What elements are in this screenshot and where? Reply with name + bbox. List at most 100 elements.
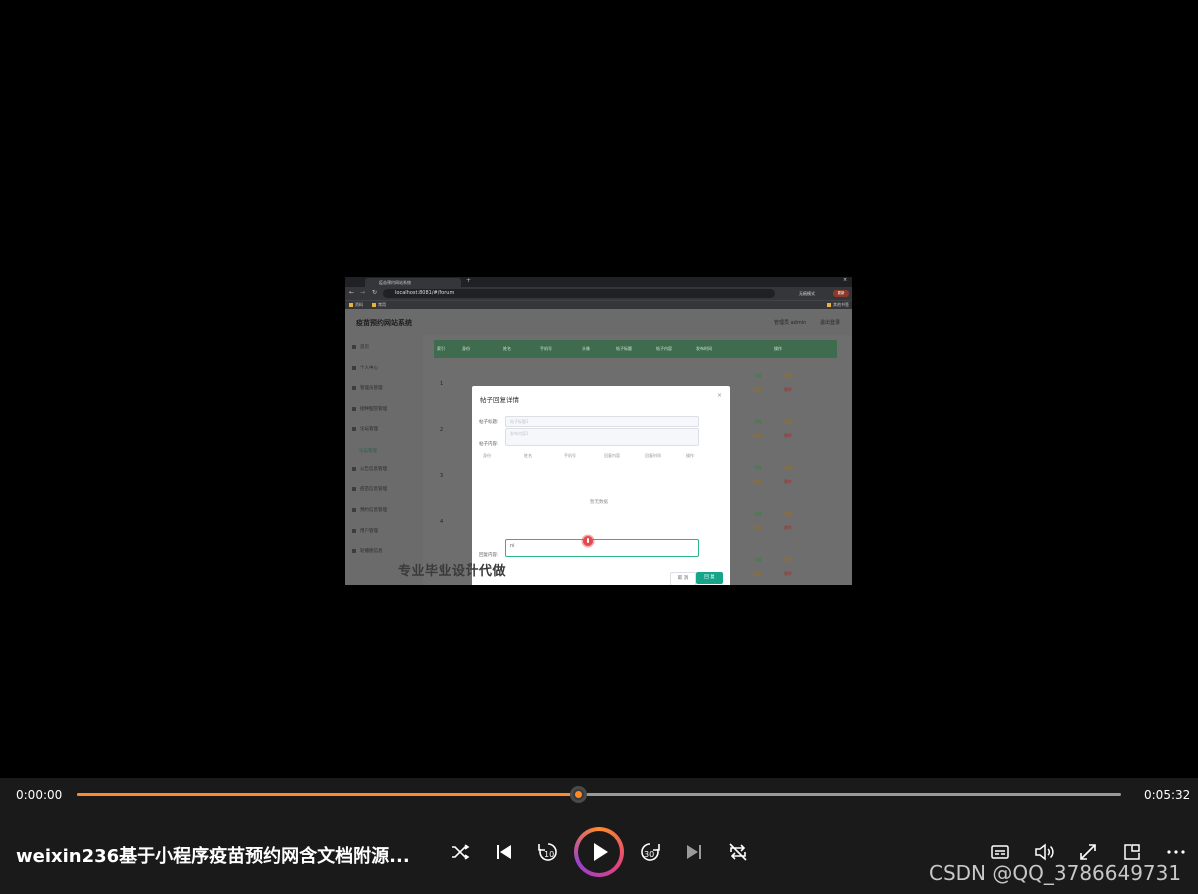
- reply-detail-dialog: 帖子回复详情 × 帖子标题: 帖子标题1 发布内容1 帖子内容: 身份 姓名 手…: [472, 386, 730, 585]
- delete-action: 删除: [784, 525, 792, 530]
- bookmark-item: 常用: [372, 301, 386, 309]
- next-button[interactable]: [682, 840, 706, 864]
- column-header: 身份: [483, 453, 491, 458]
- seek-thumb[interactable]: [570, 786, 588, 803]
- video-frame: 疫苗预约网站系统 + × ← → ↻ localhost:8081/#/foru…: [345, 277, 852, 585]
- column-header: 操作: [774, 346, 782, 351]
- row-index: 4: [440, 519, 444, 525]
- home-icon: [352, 344, 356, 349]
- appointment-icon: [352, 507, 356, 512]
- edit-action: 修改: [754, 479, 762, 484]
- web-page: 疫苗预约网站系统 管理员 admin 退出登录 首页 个人中心 管理员管理 接种…: [345, 309, 852, 585]
- table-header: 索引 身份 姓名 手机号 头像 帖子标题 帖子内容 发布时间 操作: [434, 340, 837, 358]
- field-label: 帖子标题:: [479, 420, 499, 425]
- csdn-watermark: CSDN @QQ_3786649731: [929, 861, 1182, 885]
- column-header: 发布时间: [696, 346, 712, 351]
- column-header: 回复内容: [604, 453, 620, 458]
- column-header: 头像: [582, 346, 590, 351]
- edit-action: 修改: [754, 387, 762, 392]
- sidebar-item: 接种医院管理: [352, 405, 387, 425]
- browser-tab-bar: 疫苗预约网站系统 + ×: [345, 277, 852, 287]
- forward-button[interactable]: 30: [638, 840, 662, 864]
- shuffle-icon: [452, 844, 470, 860]
- seek-bar-progress: [77, 793, 579, 796]
- column-header: 回复时间: [645, 453, 661, 458]
- bookmark-item: 其他书签: [827, 301, 849, 309]
- sidebar-item: 疫苗信息管理: [352, 485, 387, 505]
- column-header: 索引: [437, 346, 445, 351]
- bookmark-item: 资料: [349, 301, 363, 309]
- detail-action: 详情: [754, 419, 762, 424]
- forward-30-icon: 30: [641, 843, 660, 861]
- player-controls: 0:00:00 0:05:32 weixin236基于小程序疫苗预约网含文档附源…: [0, 778, 1198, 894]
- cancel-button: 取 消: [670, 572, 696, 585]
- notice-icon: [352, 466, 356, 471]
- edit-action: 修改: [754, 571, 762, 576]
- rewind-label: 10: [544, 850, 554, 859]
- column-header: 身份: [462, 346, 470, 351]
- reply-action: 回复: [784, 511, 792, 516]
- column-header: 姓名: [503, 346, 511, 351]
- delete-action: 删除: [784, 479, 792, 484]
- reply-action: 回复: [784, 557, 792, 562]
- reply-action: 回复: [784, 373, 792, 378]
- play-button-inner: [578, 831, 620, 873]
- carousel-icon: [352, 548, 356, 553]
- close-icon: ×: [717, 392, 723, 399]
- reply-button: 回 复: [696, 572, 723, 584]
- update-badge: 更新: [833, 290, 849, 297]
- sidebar-item: 个人中心: [352, 364, 378, 384]
- edit-action: 修改: [754, 433, 762, 438]
- play-icon: [594, 843, 608, 861]
- app-title: 疫苗预约网站系统: [356, 319, 412, 327]
- hospital-icon: [352, 406, 356, 411]
- shuffle-button[interactable]: [448, 840, 472, 864]
- column-header: 帖子内容: [656, 346, 672, 351]
- edit-action: 修改: [754, 525, 762, 530]
- sidebar-item: 公告信息管理: [352, 465, 387, 485]
- window-close-icon: ×: [843, 277, 848, 283]
- column-header: 操作: [686, 453, 694, 458]
- user-icon: [352, 365, 356, 370]
- reply-action: 回复: [784, 465, 792, 470]
- sidebar-item: 用户管理: [352, 527, 378, 547]
- column-header: 手机号: [564, 453, 576, 458]
- sidebar-item: 预约信息管理: [352, 506, 387, 526]
- users-icon: [352, 528, 356, 533]
- sidebar-item: 论坛管理: [352, 425, 378, 445]
- current-time: 0:00:00: [16, 788, 63, 802]
- browser-address-bar: ← → ↻ localhost:8081/#/forum 无痕模式 更新: [345, 287, 852, 300]
- delete-action: 删除: [784, 387, 792, 392]
- reply-action: 回复: [784, 419, 792, 424]
- rewind-10-icon: 10: [538, 843, 557, 861]
- play-button[interactable]: [574, 827, 624, 877]
- overlay-watermark: 专业毕业设计代做: [398, 564, 507, 579]
- repeat-icon: [729, 843, 747, 861]
- detail-action: 详情: [754, 373, 762, 378]
- row-index: 2: [440, 427, 444, 433]
- reload-icon: ↻: [372, 289, 378, 296]
- detail-action: 详情: [754, 511, 762, 516]
- previous-button[interactable]: [492, 840, 516, 864]
- vaccine-icon: [352, 486, 356, 491]
- column-header: 姓名: [524, 453, 532, 458]
- post-title-field: 帖子标题1: [505, 416, 699, 427]
- repeat-button[interactable]: [726, 840, 750, 864]
- video-area[interactable]: 疫苗预约网站系统 + × ← → ↻ localhost:8081/#/foru…: [0, 0, 1198, 778]
- reply-textarea: ni: [505, 539, 699, 557]
- forward-label: 30: [644, 850, 654, 859]
- seek-bar[interactable]: [77, 786, 1121, 803]
- click-indicator-icon: [583, 536, 593, 546]
- forum-icon: [352, 426, 356, 431]
- rewind-button[interactable]: 10: [536, 840, 560, 864]
- row-index: 3: [440, 473, 444, 479]
- delete-action: 删除: [784, 433, 792, 438]
- column-header: 手机号: [540, 346, 552, 351]
- field-label: 帖子内容:: [479, 442, 499, 447]
- sidebar-subitem: 论坛管理: [359, 449, 377, 454]
- browser-tab: 疫苗预约网站系统: [365, 278, 461, 287]
- dialog-title: 帖子回复详情: [480, 396, 519, 404]
- app-header: 疫苗预约网站系统 管理员 admin 退出登录: [345, 309, 852, 335]
- previous-icon: [497, 845, 511, 859]
- new-tab-icon: +: [466, 277, 472, 284]
